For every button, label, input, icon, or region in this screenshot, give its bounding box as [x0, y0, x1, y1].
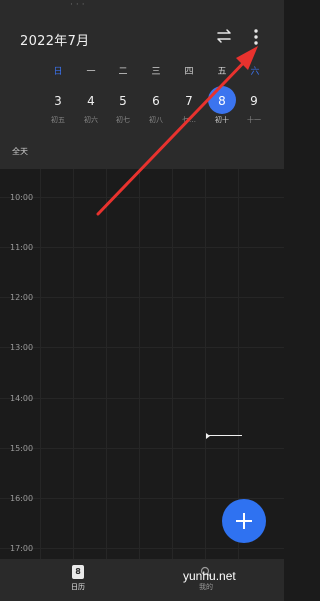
nav-calendar-label: 日历 — [71, 583, 85, 591]
bottom-navigation: 8 日历 我的 — [0, 559, 284, 601]
lunar-date: 初七 — [116, 116, 130, 124]
add-event-button[interactable] — [222, 499, 266, 543]
hour-line — [0, 247, 284, 248]
calendar-header: 2022年7月 日 一 二 三 四 五 六 3 初五 4 初六 5 初七 6 初… — [0, 14, 284, 169]
plus-icon-stroke — [243, 513, 245, 529]
date-cell[interactable]: 9 十一 — [238, 86, 270, 130]
grid-divider — [40, 169, 41, 559]
lunar-date: 七… — [182, 116, 196, 124]
current-time-line — [209, 435, 242, 436]
date-cell[interactable]: 7 七… — [173, 86, 205, 130]
weekday-mon: 一 — [86, 67, 96, 77]
lunar-date: 初十 — [215, 116, 229, 124]
hour-line — [0, 197, 284, 198]
date-number: 3 — [54, 94, 62, 108]
hour-line — [0, 548, 284, 549]
hour-line — [0, 448, 284, 449]
weekday-thu: 四 — [184, 67, 194, 77]
grid-divider — [106, 169, 107, 559]
lunar-date: 初六 — [84, 116, 98, 124]
date-cell[interactable]: 6 初八 — [140, 86, 172, 130]
status-icons: ··· — [70, 0, 88, 10]
time-label: 14:00 — [10, 394, 34, 403]
time-label: 10:00 — [10, 193, 34, 202]
weekday-tue: 二 — [118, 67, 128, 77]
weekday-sat: 六 — [250, 67, 260, 77]
time-label: 13:00 — [10, 343, 34, 352]
hour-line — [0, 297, 284, 298]
date-number: 8 — [218, 94, 226, 108]
hour-line — [0, 347, 284, 348]
grid-divider — [205, 169, 206, 559]
calendar-icon: 8 — [72, 565, 84, 579]
nav-mine-label: 我的 — [199, 583, 213, 591]
weekday-row: 日 一 二 三 四 五 六 — [0, 64, 284, 80]
date-row: 3 初五 4 初六 5 初七 6 初八 7 七… 8 初十 9 十一 — [0, 86, 284, 134]
hour-line — [0, 398, 284, 399]
date-number: 5 — [119, 94, 127, 108]
date-cell[interactable]: 4 初六 — [75, 86, 107, 130]
date-number: 7 — [185, 94, 193, 108]
lunar-date: 十一 — [247, 116, 261, 124]
weekday-sun: 日 — [53, 67, 63, 77]
weekday-wed: 三 — [151, 67, 161, 77]
time-label: 16:00 — [10, 494, 34, 503]
swap-arrows-icon[interactable] — [214, 26, 234, 46]
grid-divider — [73, 169, 74, 559]
time-label: 11:00 — [10, 243, 34, 252]
time-label: 15:00 — [10, 444, 34, 453]
month-title[interactable]: 2022年7月 — [20, 30, 89, 49]
lunar-date: 初八 — [149, 116, 163, 124]
time-label: 17:00 — [10, 544, 34, 553]
weekday-fri: 五 — [217, 67, 227, 77]
allday-label: 全天 — [12, 147, 28, 156]
date-cell-selected[interactable]: 8 初十 — [206, 86, 238, 130]
status-bar: ··· — [0, 0, 284, 14]
watermark-text: yunhu.net — [183, 569, 236, 583]
date-number: 4 — [87, 94, 95, 108]
current-time-indicator — [206, 433, 242, 439]
date-number: 6 — [152, 94, 160, 108]
date-cell[interactable]: 5 初七 — [107, 86, 139, 130]
grid-divider — [139, 169, 140, 559]
time-label: 12:00 — [10, 293, 34, 302]
more-vertical-icon[interactable] — [248, 26, 264, 48]
current-time-arrow — [206, 433, 210, 439]
nav-calendar[interactable]: 8 日历 — [58, 565, 98, 592]
date-cell[interactable]: 3 初五 — [42, 86, 74, 130]
date-number: 9 — [250, 94, 258, 108]
grid-divider — [172, 169, 173, 559]
lunar-date: 初五 — [51, 116, 65, 124]
